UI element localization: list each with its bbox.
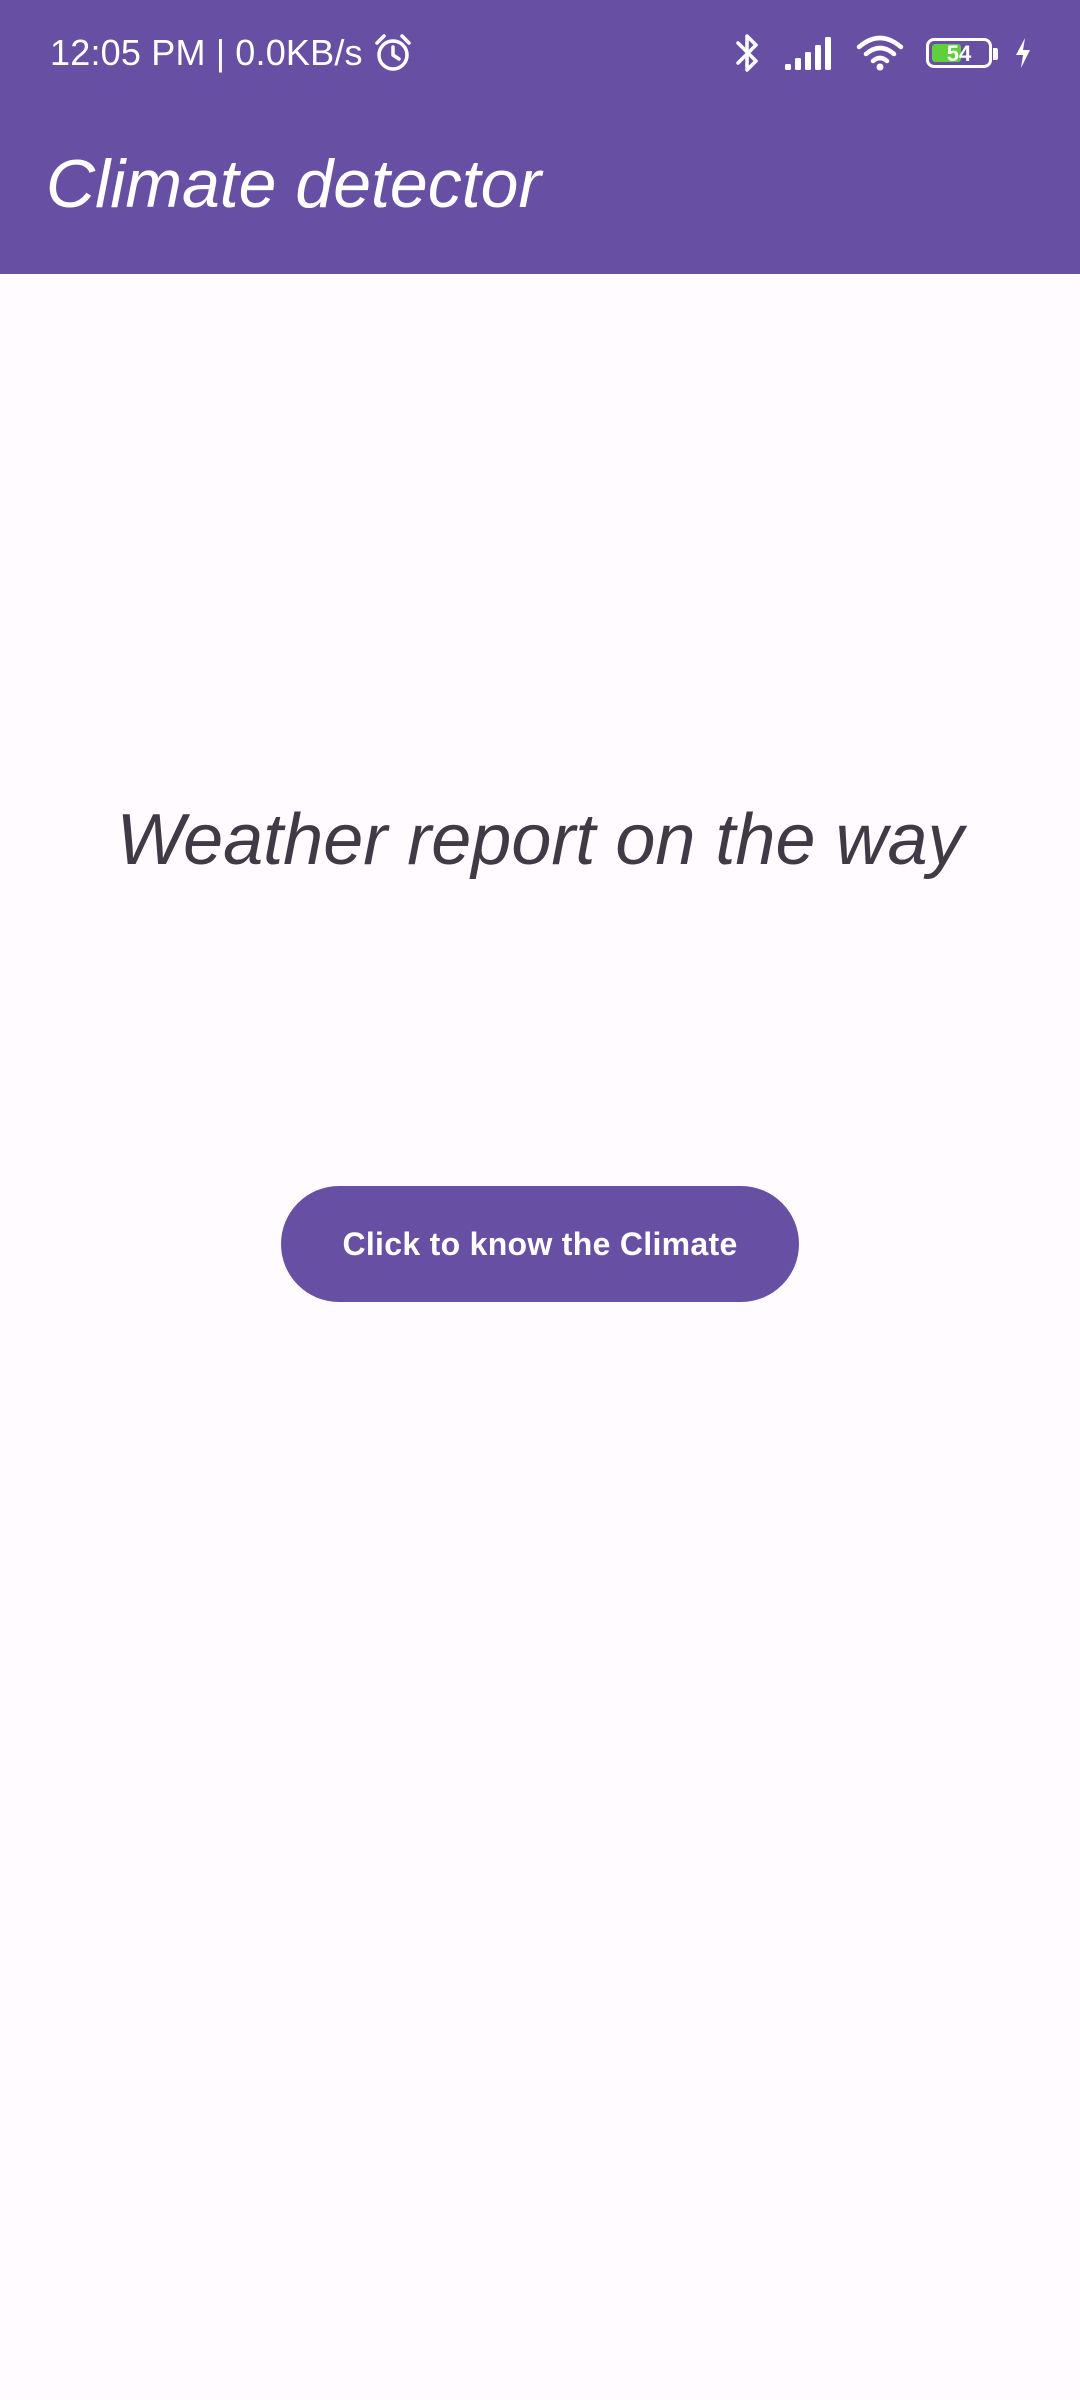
top-app-bar: 12:05 PM | 0.0KB/s 54 Climate detector [0,0,1080,274]
bluetooth-icon [734,32,762,74]
signal-icon [784,35,834,71]
know-climate-button[interactable]: Click to know the Climate [281,1186,799,1302]
app-title: Climate detector [46,146,542,222]
status-left-group: 12:05 PM | 0.0KB/s [50,28,415,78]
battery-nub [993,48,998,60]
status-bar: 12:05 PM | 0.0KB/s 54 [0,0,1080,106]
weather-headline: Weather report on the way [116,800,964,880]
alarm-icon [371,31,415,75]
battery-level-text: 54 [946,41,972,66]
app-screen: 12:05 PM | 0.0KB/s 54 Climate detector W… [0,0,1080,2400]
status-separator: | [215,32,226,73]
battery-icon: 54 [926,38,998,68]
wifi-icon [856,34,904,72]
status-time: 12:05 PM [50,32,206,73]
status-net-speed: 0.0KB/s [235,32,363,73]
status-right-group: 54 [734,28,1032,78]
charging-bolt-icon [1014,37,1032,69]
